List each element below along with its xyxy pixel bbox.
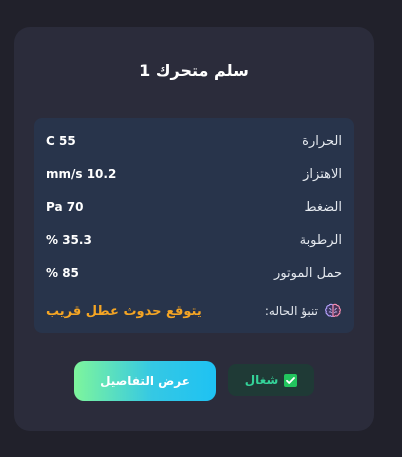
prediction-row: يتوقع حدوث عطل قريب تنبؤ الحاله: — [46, 299, 342, 323]
metric-row-vibration: mm/s 10.2 الاهتزاز — [46, 164, 342, 184]
prediction-label-group: تنبؤ الحاله: — [265, 302, 342, 320]
metric-label: حمل الموتور — [274, 265, 342, 281]
metric-label: الاهتزاز — [303, 166, 342, 182]
card-title: سلم متحرك 1 — [139, 61, 249, 80]
prediction-label: تنبؤ الحاله: — [264, 304, 318, 318]
check-box-icon — [284, 373, 298, 387]
metric-value: % 85 — [46, 266, 79, 280]
metric-row-temperature: C 55 الحرارة — [46, 131, 342, 151]
metric-label: الضغط — [304, 199, 342, 215]
metrics-panel: C 55 الحرارة mm/s 10.2 الاهتزاز Pa 70 ال… — [34, 118, 354, 333]
metric-row-pressure: Pa 70 الضغط — [46, 197, 342, 217]
status-label: شغال — [244, 373, 279, 387]
prediction-value: يتوقع حدوث عطل قريب — [46, 303, 202, 319]
metric-value: % 35.3 — [46, 233, 92, 247]
device-card: سلم متحرك 1 C 55 الحرارة mm/s 10.2 الاهت… — [14, 27, 374, 431]
metric-value: mm/s 10.2 — [46, 167, 117, 181]
metric-value: Pa 70 — [46, 200, 84, 214]
metric-row-humidity: % 35.3 الرطوبة — [46, 230, 342, 250]
metric-label: الرطوبة — [299, 232, 342, 248]
view-details-button[interactable]: عرض التفاصيل — [74, 361, 216, 401]
metric-row-motor-load: % 85 حمل الموتور — [46, 263, 342, 283]
metric-value: C 55 — [46, 134, 76, 148]
metric-label: الحرارة — [302, 133, 342, 149]
brain-icon — [324, 302, 342, 320]
status-badge: شغال — [228, 364, 314, 396]
